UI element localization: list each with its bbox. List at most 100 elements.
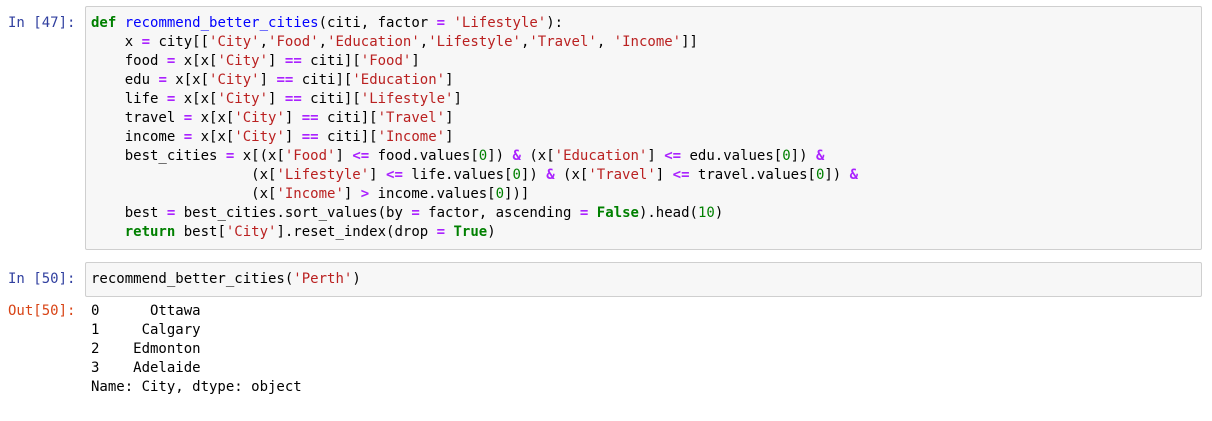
code-token: 0 [782, 148, 791, 164]
cell-prompt-in-47: In [47]: [8, 15, 76, 31]
code-token: best [91, 205, 167, 221]
code-token: 'Income' [377, 129, 446, 145]
code-token: x[(x[ [234, 148, 285, 164]
code-token: 'Lifestyle' [360, 91, 454, 107]
code-token: travel [91, 110, 184, 126]
code-token: & [849, 167, 859, 183]
code-token: = [436, 15, 446, 31]
code-token: ]) [520, 167, 547, 183]
code-token: citi][ [301, 91, 361, 107]
output-line: 1 Calgary [91, 322, 201, 338]
cell-prompt-out-50: Out[50]: [8, 303, 76, 319]
code-token: = [183, 129, 193, 145]
code-token: ] [655, 167, 673, 183]
code-token: ])] [504, 186, 530, 202]
code-token: <= [386, 167, 403, 183]
code-token: income [91, 129, 184, 145]
code-token: x[x[ [175, 91, 218, 107]
code-line: (x['Lifestyle'] <= life.values[0]) & (x[… [91, 166, 1196, 185]
code-input-area[interactable]: recommend_better_cities('Perth') [85, 262, 1202, 297]
code-token: 'Food' [268, 34, 319, 50]
code-token: <= [672, 167, 690, 183]
code-token: factor, ascending [419, 205, 580, 221]
code-token: 'City' [209, 34, 260, 50]
code-token: == [284, 53, 302, 69]
code-token: False [596, 205, 639, 221]
code-token: x[x[ [175, 53, 218, 69]
code-token: ] [268, 91, 285, 107]
code-token: city[[ [150, 34, 210, 50]
code-token: (x[ [91, 186, 277, 202]
code-token: life.values[ [402, 167, 513, 183]
code-token: food [91, 53, 167, 69]
code-token: (x[ [91, 167, 277, 183]
cell-prompt-in-50: In [50]: [8, 271, 76, 287]
code-input-area[interactable]: def recommend_better_cities(citi, factor… [85, 6, 1202, 250]
code-line: life = x[x['City'] == citi]['Lifestyle'] [91, 90, 1196, 109]
code-line: x = city[['City','Food','Education','Lif… [91, 33, 1196, 52]
code-token: ] [284, 110, 302, 126]
code-token: ] [647, 148, 665, 164]
code-token: 'City' [234, 129, 285, 145]
code-token: best_cities [91, 148, 226, 164]
code-token: (citi, factor [318, 15, 437, 31]
code-token: ] [268, 53, 285, 69]
code-token: ] [445, 72, 454, 88]
code-token: ] [259, 72, 277, 88]
code-token: ]) [487, 148, 513, 164]
code-line: best = best_cities.sort_values(by = fact… [91, 204, 1196, 223]
code-token: 10 [697, 205, 715, 221]
output-line: 0 Ottawa [91, 303, 201, 319]
code-token: x[x[ [192, 110, 235, 126]
code-token: 0 [478, 148, 488, 164]
cell-output-area: 0 Ottawa 1 Calgary 2 Edmonton 3 Adelaide Nam… [91, 302, 302, 397]
code-token: = [436, 224, 446, 240]
code-token: == [301, 129, 319, 145]
code-line: travel = x[x['City'] == citi]['Travel'] [91, 109, 1196, 128]
code-line: (x['Income'] > income.values[0])] [91, 185, 1196, 204]
code-line: food = x[x['City'] == citi]['Food'] [91, 52, 1196, 71]
code-token: , [318, 34, 328, 50]
code-token: ].reset_index(drop [276, 224, 437, 240]
code-token: x [91, 34, 142, 50]
code-token: food.values[ [369, 148, 479, 164]
code-token: 'Travel' [588, 167, 656, 183]
code-token: 'Lifestyle' [276, 167, 370, 183]
code-token: ]] [681, 34, 698, 50]
code-token: == [301, 110, 319, 126]
code-token: 0 [495, 186, 505, 202]
code-line: return best['City'].reset_index(drop = T… [91, 223, 1196, 242]
code-token: 'Travel' [529, 34, 597, 50]
code-token: ): [546, 15, 564, 31]
code-token: 'City' [225, 224, 277, 240]
code-line: recommend_better_cities('Perth') [91, 270, 1196, 289]
code-token: edu [91, 72, 159, 88]
code-token: ] [284, 129, 302, 145]
code-token: 'Income' [613, 34, 682, 50]
code-token: travel.values[ [689, 167, 816, 183]
code-token: 'Travel' [377, 110, 446, 126]
code-token: x[x[ [166, 72, 210, 88]
code-token: <= [352, 148, 370, 164]
code-token: x[x[ [192, 129, 235, 145]
code-token: <= [664, 148, 682, 164]
code-token: 'Education' [554, 148, 648, 164]
code-token: ] [369, 167, 387, 183]
code-token: ).head( [638, 205, 698, 221]
code-token: == [284, 91, 302, 107]
code-token: 'City' [209, 72, 260, 88]
output-line: Name: City, dtype: object [91, 379, 302, 395]
code-token: 0 [512, 167, 521, 183]
code-token: = [411, 205, 420, 221]
code-token: ] [445, 129, 454, 145]
code-token: = [141, 34, 151, 50]
code-token: 'Perth' [293, 271, 353, 287]
code-token: = [158, 72, 167, 88]
code-token: & [512, 148, 521, 164]
code-token: best[ [175, 224, 226, 240]
code-token: recommend_better_cities( [91, 271, 294, 287]
code-token: ) [352, 271, 361, 287]
